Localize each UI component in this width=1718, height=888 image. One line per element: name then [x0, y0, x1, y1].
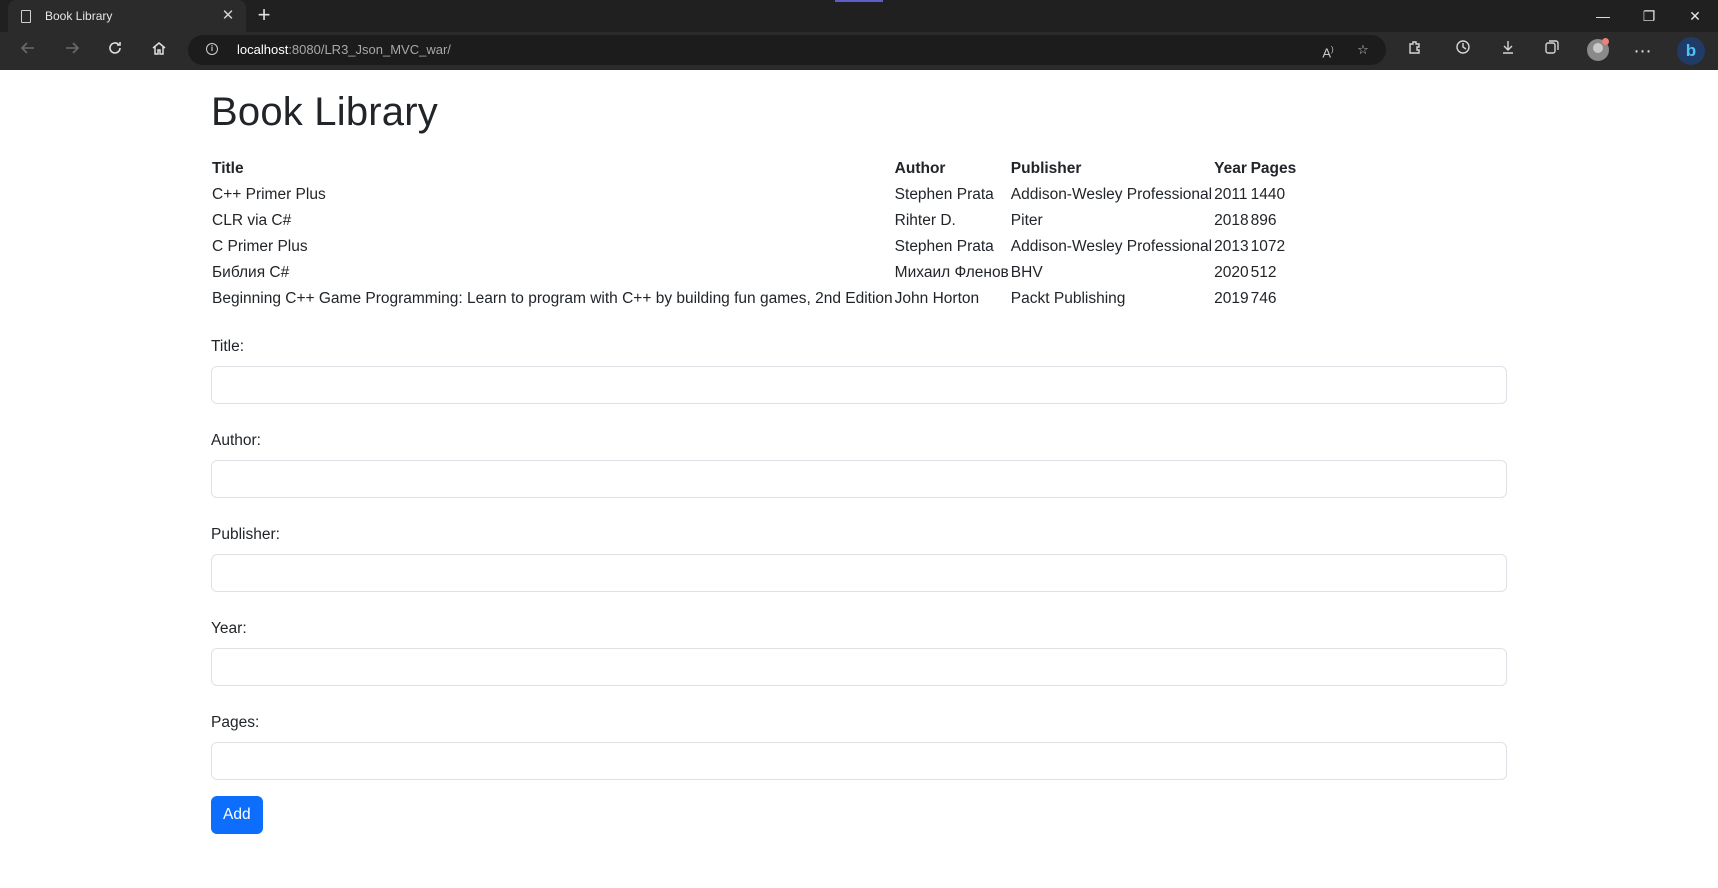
table-row: C++ Primer Plus Stephen Prata Addison-We… — [211, 182, 1297, 208]
cell-author: Rihter D. — [894, 212, 956, 229]
header-author: Author — [894, 160, 946, 177]
header-title: Title — [212, 160, 244, 177]
table-row: C Primer Plus Stephen Prata Addison-Wesl… — [211, 234, 1297, 260]
minimize-button[interactable]: — — [1580, 0, 1626, 32]
cell-publisher: Piter — [1010, 212, 1043, 229]
download-icon[interactable] — [1494, 37, 1522, 65]
title-label: Title: — [211, 338, 245, 355]
cell-year: 2018 — [1214, 212, 1249, 229]
table-row: CLR via C# Rihter D. Piter 2018 896 — [211, 208, 1297, 234]
table-row: Beginning C++ Game Programming: Learn to… — [211, 286, 1297, 312]
close-window-button[interactable]: ✕ — [1672, 0, 1718, 32]
restore-button[interactable]: ❐ — [1626, 0, 1672, 32]
back-icon[interactable] — [14, 37, 42, 65]
year-label: Year: — [211, 620, 247, 637]
header-pages: Pages — [1250, 160, 1297, 177]
cell-title: C Primer Plus — [212, 238, 308, 255]
history-icon[interactable] — [1449, 37, 1477, 65]
address-bar[interactable]: i localhost:8080/LR3_Json_MVC_war/ A) ☆ — [188, 35, 1386, 65]
cell-publisher: BHV — [1010, 264, 1043, 281]
cell-pages: 1072 — [1250, 238, 1286, 255]
cell-pages: 746 — [1250, 290, 1277, 307]
browser-titlebar: Book Library ✕ + — ❐ ✕ — [0, 0, 1718, 32]
cell-publisher: Addison-Wesley Professional — [1010, 238, 1213, 255]
page-icon — [21, 9, 31, 23]
profile-notification-dot — [1602, 38, 1609, 45]
favorite-add-icon[interactable]: ☆ — [1353, 40, 1373, 60]
cell-year: 2013 — [1214, 238, 1249, 255]
url-text[interactable]: localhost:8080/LR3_Json_MVC_war/ — [237, 42, 451, 57]
cell-author: Михаил Фленов — [894, 264, 1009, 281]
year-input[interactable] — [211, 648, 1507, 686]
cell-author: Stephen Prata — [894, 186, 994, 203]
cell-title: Beginning C++ Game Programming: Learn to… — [212, 290, 893, 307]
publisher-input[interactable] — [211, 554, 1507, 592]
add-button[interactable]: Add — [211, 796, 263, 834]
more-icon[interactable]: ⋯ — [1629, 37, 1657, 65]
browser-tab-active[interactable]: Book Library ✕ — [8, 0, 246, 32]
tab-title: Book Library — [45, 9, 113, 23]
tab-close-icon[interactable]: ✕ — [220, 8, 236, 24]
cell-pages: 512 — [1250, 264, 1277, 281]
page-content: Book Library Title Author Publisher Year… — [211, 70, 1507, 834]
page-title: Book Library — [211, 90, 438, 134]
title-input[interactable] — [211, 366, 1507, 404]
collections-icon[interactable] — [1538, 37, 1566, 65]
cell-pages: 896 — [1250, 212, 1277, 229]
cell-publisher: Addison-Wesley Professional — [1010, 186, 1213, 203]
cell-title: Библия C# — [212, 264, 290, 281]
browser-toolbar: i localhost:8080/LR3_Json_MVC_war/ A) ☆ … — [0, 32, 1718, 70]
add-book-form: Title: Author: Publisher: Year: Pages: A… — [211, 336, 1507, 834]
cell-year: 2011 — [1214, 186, 1248, 203]
pages-label: Pages: — [211, 714, 260, 731]
cell-author: Stephen Prata — [894, 238, 994, 255]
header-publisher: Publisher — [1010, 160, 1082, 177]
cell-title: C++ Primer Plus — [212, 186, 326, 203]
publisher-label: Publisher: — [211, 526, 280, 543]
forward-icon[interactable] — [58, 37, 86, 65]
cell-year: 2020 — [1214, 264, 1249, 281]
cell-year: 2019 — [1214, 290, 1249, 307]
refresh-icon[interactable] — [101, 37, 129, 65]
table-row: Библия C# Михаил Фленов BHV 2020 512 — [211, 260, 1297, 286]
read-aloud-icon[interactable]: A) — [1318, 40, 1338, 60]
cell-title: CLR via C# — [212, 212, 292, 229]
cell-publisher: Packt Publishing — [1010, 290, 1126, 307]
home-icon[interactable] — [145, 37, 173, 65]
bing-icon[interactable]: b — [1677, 37, 1705, 65]
header-year: Year — [1214, 160, 1247, 177]
table-header-row: Title Author Publisher Year Pages — [211, 156, 1297, 182]
author-input[interactable] — [211, 460, 1507, 498]
cell-pages: 1440 — [1250, 186, 1286, 203]
pages-input[interactable] — [211, 742, 1507, 780]
info-icon[interactable]: i — [206, 43, 218, 55]
extensions-icon[interactable] — [1401, 37, 1429, 65]
window-drag-accent — [835, 0, 883, 2]
new-tab-button[interactable]: + — [252, 4, 276, 28]
cell-author: John Horton — [894, 290, 980, 307]
books-table: Title Author Publisher Year Pages C++ Pr… — [211, 156, 1297, 312]
author-label: Author: — [211, 432, 261, 449]
